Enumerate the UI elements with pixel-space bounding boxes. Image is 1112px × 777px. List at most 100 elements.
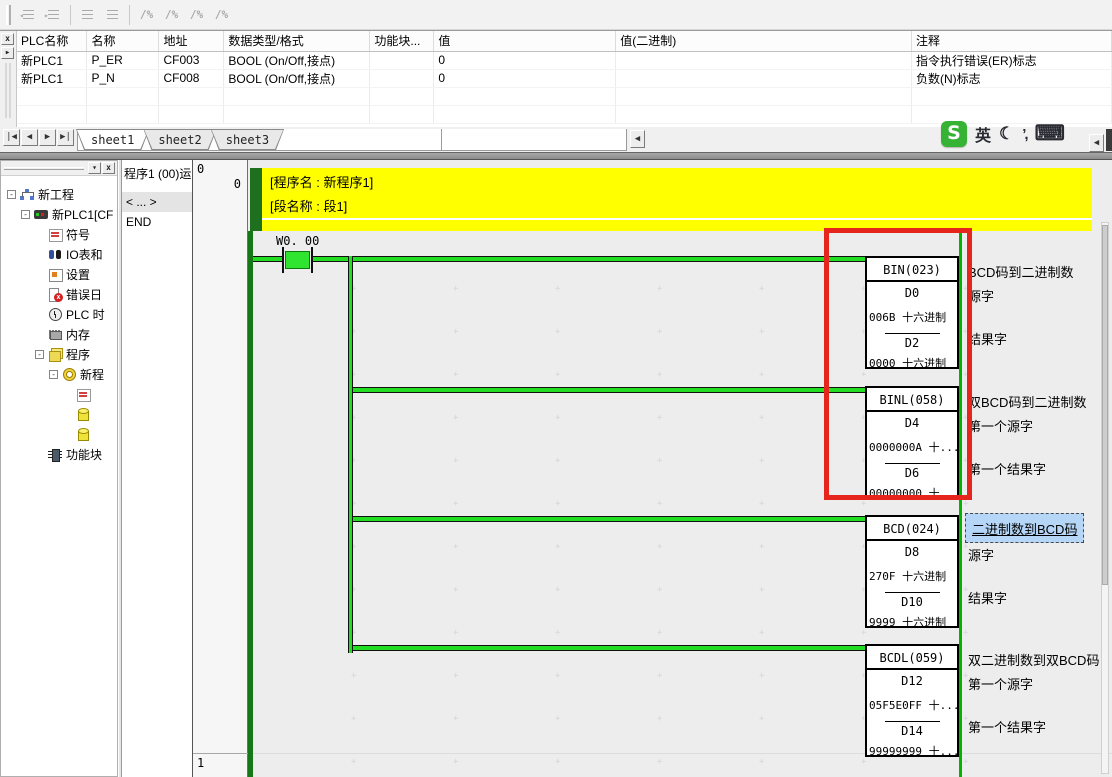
operand-value: 006B 十六进制 [869, 309, 946, 325]
section-item[interactable]: < ... > [122, 192, 192, 212]
watch-row[interactable]: 新PLC1P_NCF008BOOL (On/Off,接点)0负数(N)标志 [17, 69, 1112, 87]
tree-dropdown-button[interactable]: ▾ [88, 162, 101, 174]
differential-up-icon[interactable]: ∕% [160, 4, 183, 26]
operand-comment-result[interactable]: 第一个结果字 [968, 717, 1046, 736]
symbols-icon [48, 228, 62, 241]
punctuation-icon[interactable]: ’, [1022, 126, 1026, 143]
sheet-tab-sheet1[interactable]: sheet1 [76, 129, 149, 150]
tree-pane-grip[interactable] [4, 167, 84, 170]
sheet-nav-buttons: |◀◀▶▶| [3, 129, 75, 146]
tree-item-新程[interactable]: -新程 [1, 364, 117, 384]
instruction-block-bcd024[interactable]: BCD(024)D8270F 十六进制D109999 十六进制 [865, 515, 959, 628]
horizontal-splitter[interactable] [0, 152, 1112, 160]
operand-comment-source[interactable]: 第一个源字 [968, 416, 1033, 435]
differential-monitor-icon[interactable]: ∕% [135, 4, 158, 26]
ladder-canvas[interactable]: [程序名 : 新程序1] [段名称 : 段1] W0. 00 BIN(023)D… [248, 160, 1112, 777]
indent-rung-icon[interactable]: ▸ [42, 4, 65, 26]
ladder-vertical-scrollbar[interactable] [1101, 222, 1109, 774]
watch-column-header[interactable]: 功能块... [370, 31, 434, 51]
watch-column-header[interactable]: 注释 [912, 31, 1112, 51]
watch-grip[interactable] [5, 63, 11, 118]
grid-mark: + [351, 672, 356, 681]
grid-mark: + [759, 586, 764, 595]
first-sheet-button[interactable]: |◀ [3, 129, 20, 146]
operand-comment-source[interactable]: 源字 [968, 286, 994, 305]
next-sheet-button[interactable]: ▶ [39, 129, 56, 146]
tree-expander[interactable]: - [49, 370, 58, 379]
virtual-keyboard-icon[interactable]: ⌨ [1035, 125, 1065, 143]
show-rung-comments-icon[interactable] [76, 4, 99, 26]
ime-language-indicator[interactable]: 英 [975, 122, 991, 146]
grid-mark: + [657, 715, 662, 724]
grid-mark: + [555, 758, 560, 767]
instruction-block-binl058[interactable]: BINL(058)D40000000A 十...D600000000 十... [865, 386, 959, 499]
tree-item-功能块[interactable]: 功能块 [1, 444, 117, 464]
tab-scroll-left-button[interactable]: ◀ [630, 130, 645, 148]
grid-mark: + [453, 457, 458, 466]
watch-column-header[interactable]: 名称 [87, 31, 159, 51]
watch-expand-button[interactable]: ▶ [1, 47, 14, 59]
differential-down-icon[interactable]: ∕% [185, 4, 208, 26]
tree-item-符号[interactable]: 符号 [1, 224, 117, 244]
grid-mark: + [759, 457, 764, 466]
differential-clear-icon[interactable]: ∕% [210, 4, 233, 26]
rung-comment-block[interactable]: [程序名 : 新程序1] [段名称 : 段1] [250, 168, 1092, 231]
watch-column-header[interactable]: 数据类型/格式 [224, 31, 370, 51]
instruction-description[interactable]: 双二进制数到双BCD码 [968, 650, 1099, 669]
tree-item-错误日[interactable]: 错误日 [1, 284, 117, 304]
night-mode-icon[interactable]: ☾ [999, 124, 1014, 144]
tree-item-IO表和[interactable]: IO表和 [1, 244, 117, 264]
sogou-logo-icon[interactable]: S [941, 121, 967, 147]
tree-expander[interactable]: - [7, 190, 16, 199]
tree-expander[interactable]: - [21, 210, 30, 219]
operand-address: D12 [867, 674, 957, 688]
tree-item-PLC 时[interactable]: PLC 时 [1, 304, 117, 324]
io-icon [48, 248, 62, 261]
section-name-comment: [段名称 : 段1] [270, 196, 347, 215]
watch-column-header[interactable]: 值 [434, 31, 616, 51]
instruction-description[interactable]: 双BCD码到二进制数 [968, 392, 1086, 411]
tree-close-button[interactable]: x [102, 162, 115, 174]
scrollbar-thumb[interactable] [1102, 225, 1108, 585]
operand-address: D8 [867, 545, 957, 559]
tree-item-symbols-icon[interactable] [1, 384, 117, 404]
watch-column-header[interactable]: 地址 [159, 31, 224, 51]
sheet-tab-sheet3[interactable]: sheet3 [211, 129, 284, 150]
tree-item-新PLC1[CF[interactable]: -新PLC1[CF [1, 204, 117, 224]
last-sheet-button[interactable]: ▶| [57, 129, 74, 146]
tree-item-新工程[interactable]: -新工程 [1, 184, 117, 204]
tree-item-内存[interactable]: 内存 [1, 324, 117, 344]
grid-mark: + [453, 285, 458, 294]
watch-close-button[interactable]: x [1, 33, 14, 45]
outdent-rung-icon[interactable]: ◂ [17, 4, 40, 26]
instruction-block-bin023[interactable]: BIN(023)D0006B 十六进制D20000 十六进制 [865, 256, 959, 369]
prev-sheet-button[interactable]: ◀ [21, 129, 38, 146]
contact-w0-00[interactable] [285, 251, 310, 269]
show-annotation-list-icon[interactable] [101, 4, 124, 26]
tree-item-程序[interactable]: -程序 [1, 344, 117, 364]
grid-mark: + [861, 371, 866, 380]
operand-comment-source[interactable]: 源字 [968, 545, 994, 564]
watch-column-header[interactable]: PLC名称 [17, 31, 87, 51]
instruction-block-bcdl059[interactable]: BCDL(059)D1205F5E0FF 十...D1499999999 十..… [865, 644, 959, 757]
tree-item-设置[interactable]: 设置 [1, 264, 117, 284]
tree-expander[interactable]: - [35, 350, 44, 359]
watch-column-header[interactable]: 值(二进制) [616, 31, 912, 51]
watch-row[interactable]: 新PLC1P_ERCF003BOOL (On/Off,接点)0指令执行错误(ER… [17, 51, 1112, 69]
instruction-description[interactable]: BCD码到二进制数 [968, 262, 1073, 281]
tree-item-section-icon[interactable] [1, 404, 117, 424]
power-rail-wire [353, 645, 865, 651]
section-icon [76, 428, 90, 441]
section-item[interactable]: END [122, 212, 192, 232]
operand-comment-result[interactable]: 第一个结果字 [968, 459, 1046, 478]
operand-comment-result[interactable]: 结果字 [968, 588, 1007, 607]
instruction-description[interactable]: 二进制数到BCD码 [965, 513, 1084, 543]
branch-wire [348, 256, 353, 653]
toolbar-grip[interactable] [6, 5, 11, 25]
operand-comment-result[interactable]: 结果字 [968, 329, 1007, 348]
operand-comment-source[interactable]: 第一个源字 [968, 674, 1033, 693]
rung-divider [193, 753, 248, 754]
tree-item-section-icon[interactable] [1, 424, 117, 444]
sheet-tab-sheet2[interactable]: sheet2 [143, 129, 216, 150]
watch-row-empty[interactable] [17, 87, 1112, 105]
